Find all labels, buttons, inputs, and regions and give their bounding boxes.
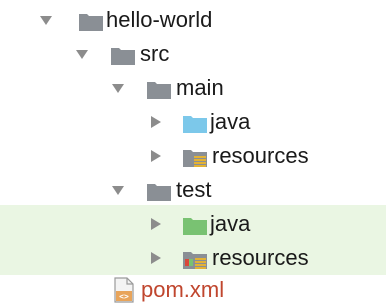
chevron-right-icon[interactable]	[148, 250, 164, 266]
maven-file-icon: <>	[114, 277, 134, 303]
chevron-down-icon[interactable]	[110, 182, 126, 198]
tree-label-test-java: java	[210, 211, 251, 236]
tree-label-main: main	[176, 75, 224, 100]
source-folder-icon	[183, 116, 207, 133]
folder-icon	[147, 184, 171, 201]
test-source-folder-icon	[183, 218, 207, 235]
tree-node-test-java[interactable]: java	[0, 207, 386, 241]
chevron-right-icon[interactable]	[148, 148, 164, 164]
tree-node-hello-world[interactable]: hello-world	[0, 3, 386, 37]
tree-node-test-resources[interactable]: resources	[0, 241, 386, 275]
tree-label-test: test	[176, 177, 212, 202]
svg-text:<>: <>	[119, 292, 129, 301]
chevron-down-icon[interactable]	[74, 46, 90, 62]
folder-icon	[111, 48, 135, 65]
tree-node-src[interactable]: src	[0, 37, 386, 71]
tree-label-main-resources: resources	[212, 143, 309, 168]
tree-label-src: src	[140, 41, 170, 66]
tree-label-pom: pom.xml	[141, 277, 225, 302]
tree-node-test[interactable]: test	[0, 173, 386, 207]
tree-node-main-resources[interactable]: resources	[0, 139, 386, 173]
tree-label-test-resources: resources	[212, 245, 309, 270]
folder-icon	[147, 82, 171, 99]
chevron-down-icon[interactable]	[38, 12, 54, 28]
project-tree: hello-world src main java resources test…	[0, 0, 386, 306]
tree-node-main-java[interactable]: java	[0, 105, 386, 139]
test-resources-folder-icon	[183, 252, 207, 269]
folder-icon	[79, 14, 103, 31]
tree-label-hello-world: hello-world	[106, 7, 213, 32]
tree-label-main-java: java	[210, 109, 251, 134]
chevron-down-icon[interactable]	[110, 80, 126, 96]
chevron-right-icon[interactable]	[148, 216, 164, 232]
chevron-right-icon[interactable]	[148, 114, 164, 130]
tree-node-main[interactable]: main	[0, 71, 386, 105]
tree-node-pom[interactable]: <> pom.xml	[0, 273, 386, 306]
resources-folder-icon	[183, 150, 207, 167]
